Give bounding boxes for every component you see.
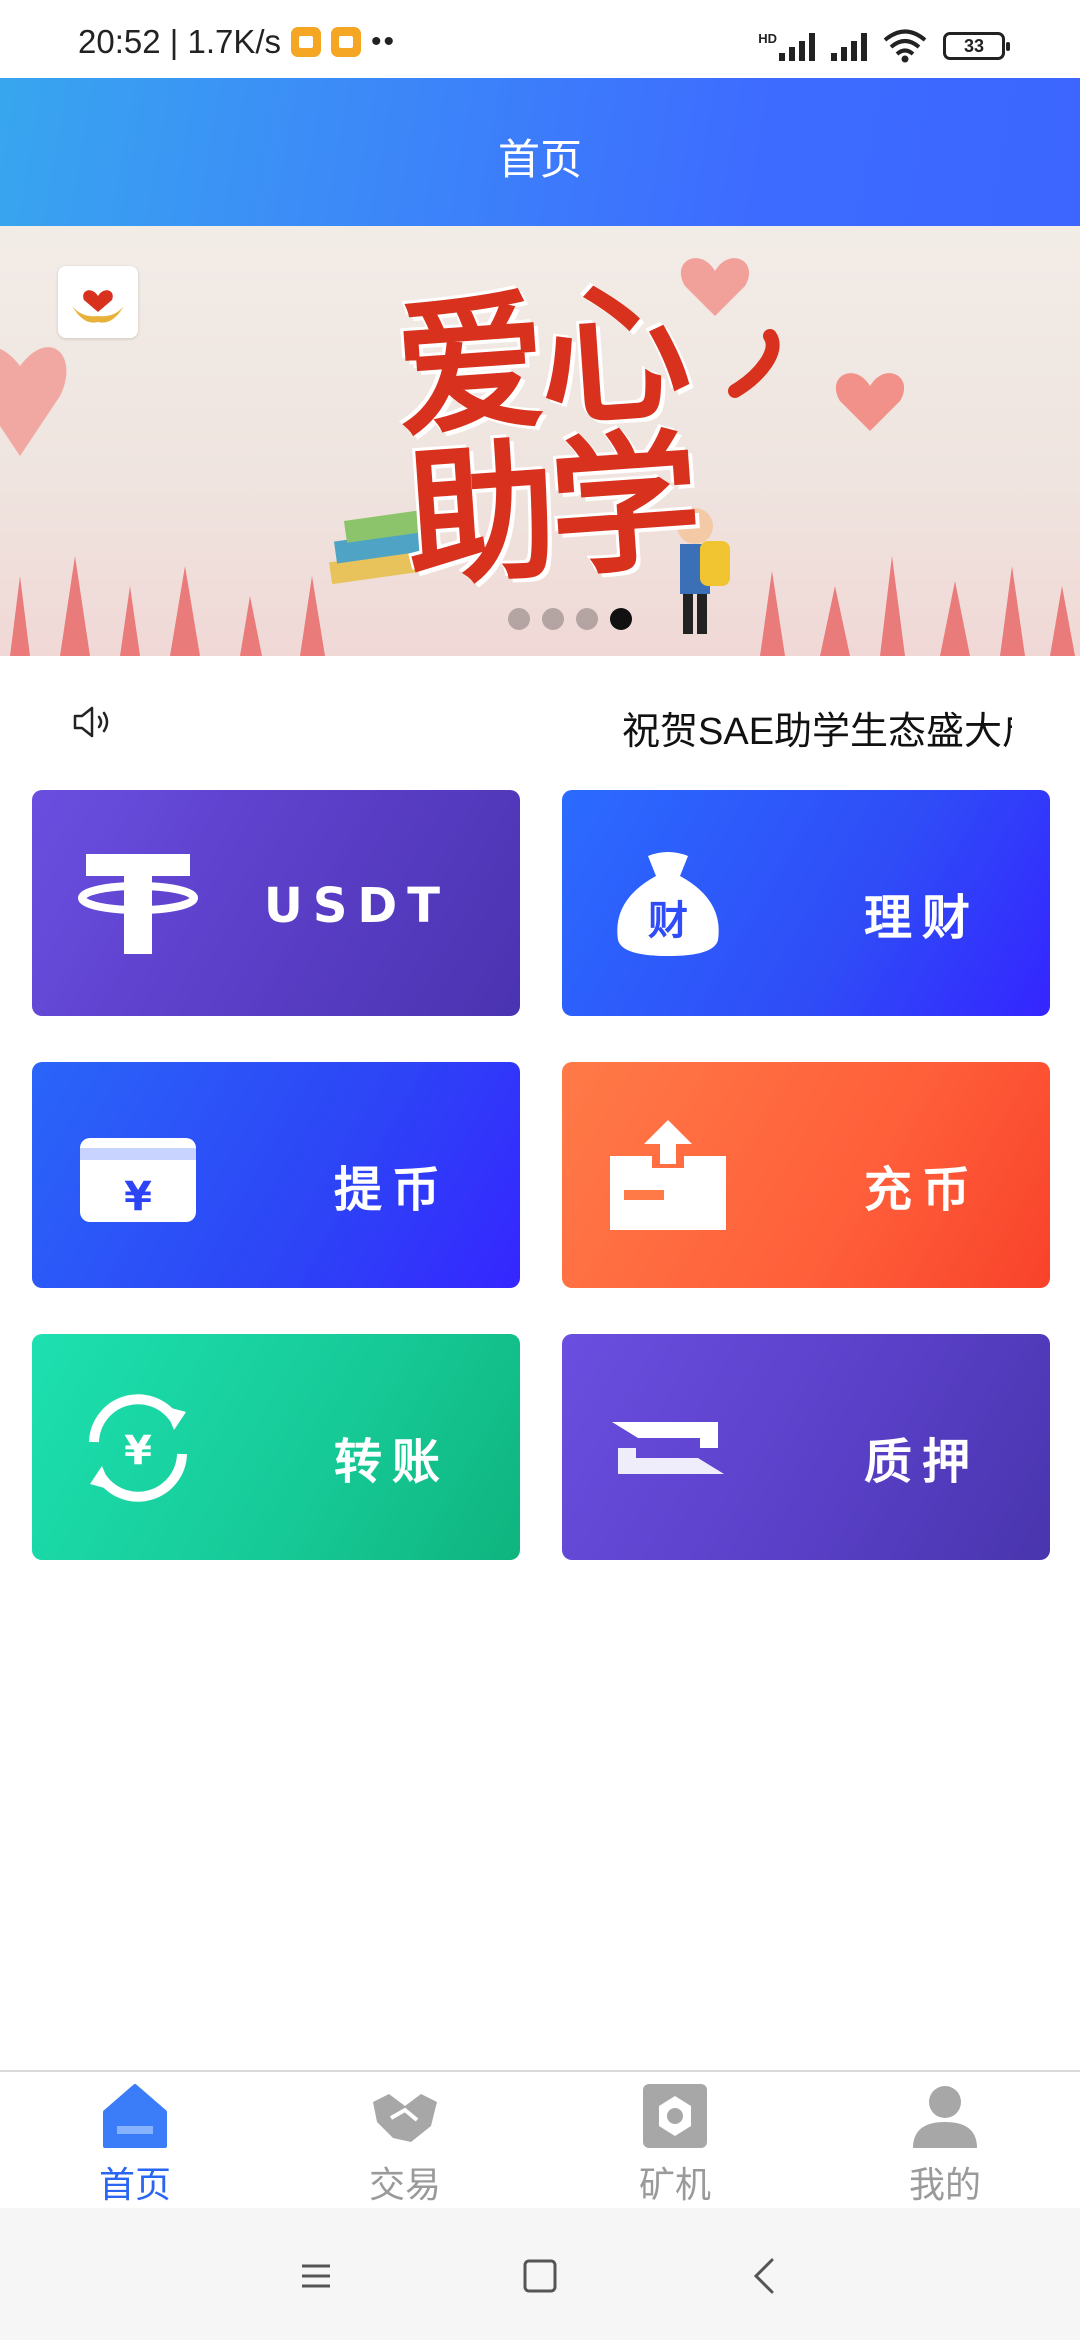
tile-label: 理财	[863, 890, 980, 946]
back-icon[interactable]	[744, 2254, 788, 2298]
miner-icon	[643, 2084, 707, 2148]
banner-title: 爱心助学	[389, 263, 701, 609]
transfer-tile[interactable]: ¥ 转账	[32, 1334, 520, 1560]
tile-label: 质押	[863, 1434, 980, 1490]
home-nav-icon[interactable]	[518, 2254, 562, 2298]
tab-mine[interactable]: 我的	[810, 2072, 1080, 2208]
status-time-speed: 20:52 | 1.7K/s	[78, 23, 282, 60]
tab-trade[interactable]: 交易	[270, 2072, 540, 2208]
tab-label: 交易	[368, 2165, 441, 2206]
speaker-icon	[73, 706, 109, 738]
notification-app-icon	[331, 27, 362, 57]
tab-home[interactable]: 首页	[0, 2072, 270, 2208]
menu-icon[interactable]	[294, 2254, 338, 2298]
more-notifications-icon: ••	[371, 25, 397, 58]
app-header: 首页	[0, 78, 1080, 226]
withdraw-tile[interactable]: ¥ 提币	[32, 1062, 520, 1288]
carousel-dot[interactable]	[542, 608, 564, 630]
svg-text:¥: ¥	[124, 1428, 152, 1474]
app-screen: 20:52 | 1.7K/s •• HD 33 首页 爱心助学 祝贺SAE助学生…	[0, 0, 1080, 2340]
tile-label: 充币	[863, 1162, 980, 1218]
tab-label: 矿机	[638, 2165, 711, 2206]
bottom-tab-bar: 首页 交易 矿机 我的	[0, 2070, 1080, 2208]
finance-tile[interactable]: 财 理财	[562, 790, 1050, 1016]
status-bar: 20:52 | 1.7K/s •• HD 33	[0, 0, 1080, 78]
signal-icon	[779, 31, 815, 61]
upload-box-icon	[610, 1120, 726, 1230]
pledge-icon	[612, 1422, 724, 1474]
tile-label: USDT	[263, 878, 450, 934]
notice-bar[interactable]: 祝贺SAE助学生态盛大启航	[0, 656, 1080, 786]
user-icon	[913, 2086, 977, 2148]
notification-app-icon	[291, 27, 322, 57]
tab-label: 我的	[908, 2165, 981, 2206]
home-icon	[103, 2084, 167, 2148]
status-left: 20:52 | 1.7K/s ••	[78, 22, 396, 62]
signal-icon	[831, 31, 867, 61]
carousel-indicator	[0, 608, 1080, 630]
pledge-tile[interactable]: 质押	[562, 1334, 1050, 1560]
yuan-transfer-icon: ¥	[89, 1394, 187, 1502]
page-title: 首页	[497, 135, 582, 184]
status-right: HD 33	[758, 26, 1010, 66]
charity-logo	[58, 266, 138, 338]
handshake-icon	[373, 2094, 437, 2142]
money-bag-icon: 财	[617, 852, 719, 956]
banner-carousel[interactable]: 爱心助学	[0, 226, 1080, 656]
carousel-dot[interactable]	[508, 608, 530, 630]
tether-icon	[78, 854, 198, 954]
yuan-card-icon: ¥	[80, 1138, 196, 1222]
tile-label: 提币	[333, 1162, 450, 1218]
carousel-dot-active[interactable]	[610, 608, 632, 630]
svg-text:财: 财	[648, 898, 688, 944]
usdt-tile[interactable]: USDT	[32, 790, 520, 1016]
battery-icon: 33	[943, 32, 1010, 60]
svg-text:¥: ¥	[124, 1174, 152, 1220]
deposit-tile[interactable]: 充币	[562, 1062, 1050, 1288]
tab-label: 首页	[98, 2165, 171, 2206]
system-nav-bar	[0, 2208, 1080, 2340]
hd-label: HD	[758, 31, 777, 46]
notice-marquee-text: 祝贺SAE助学生态盛大启航	[622, 711, 1012, 753]
carousel-dot[interactable]	[576, 608, 598, 630]
tile-label: 转账	[333, 1434, 450, 1490]
tab-miner[interactable]: 矿机	[540, 2072, 810, 2208]
wifi-icon	[883, 29, 927, 63]
